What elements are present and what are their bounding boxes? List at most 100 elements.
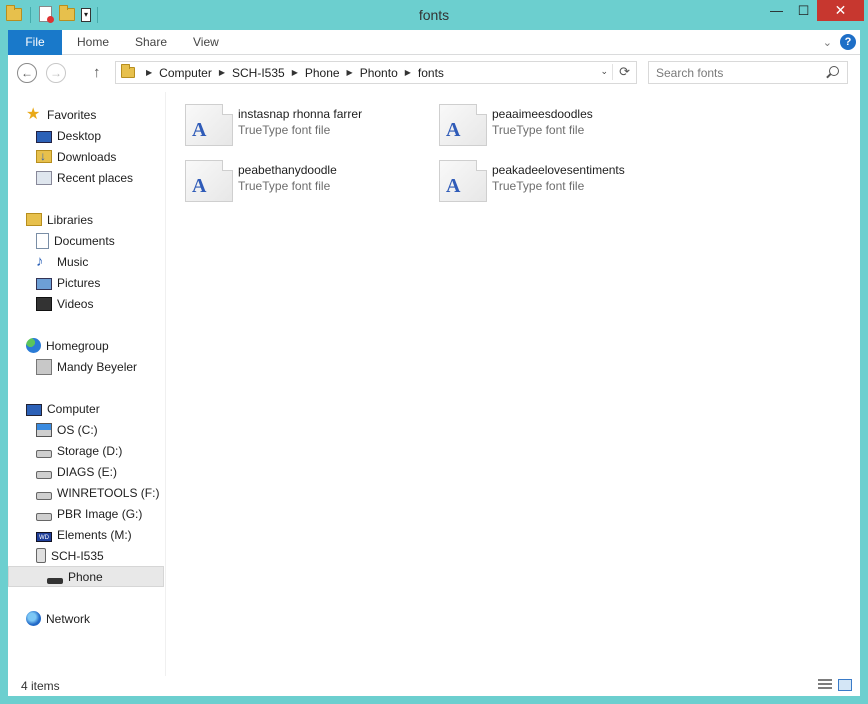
nav-videos[interactable]: Videos bbox=[36, 293, 93, 314]
expand-ribbon-icon[interactable]: ⌄ bbox=[823, 36, 832, 49]
caption-buttons: — ☐ ✕ bbox=[763, 0, 864, 21]
font-file-icon: A bbox=[185, 104, 233, 146]
navigation-bar: ← → ↑ ▶ Computer ▶ SCH-I535 ▶ Phone ▶ Ph… bbox=[8, 55, 860, 92]
search-box[interactable] bbox=[648, 61, 848, 84]
file-type: TrueType font file bbox=[492, 179, 585, 193]
homegroup-icon bbox=[26, 338, 41, 353]
drive-icon bbox=[36, 470, 52, 479]
file-name: instasnap rhonna farrer bbox=[238, 107, 363, 121]
refresh-button[interactable]: ⟳ bbox=[612, 64, 630, 80]
breadcrumb-computer[interactable]: Computer bbox=[159, 66, 212, 80]
nav-label: Favorites bbox=[47, 107, 97, 122]
address-history-dropdown[interactable]: ⌄ bbox=[600, 66, 608, 77]
nav-favorites[interactable]: ★ Favorites bbox=[26, 104, 96, 125]
nav-label: Recent places bbox=[57, 170, 134, 185]
explorer-body: ★ Favorites Desktop Downloads Recent pla… bbox=[8, 92, 860, 676]
documents-icon bbox=[36, 232, 49, 249]
file-type: TrueType font file bbox=[492, 123, 585, 137]
desktop-icon bbox=[36, 130, 52, 143]
nav-recent-places[interactable]: Recent places bbox=[36, 167, 133, 188]
window-title: fonts bbox=[418, 7, 450, 23]
file-name: peaaimeesdoodles bbox=[492, 107, 593, 121]
downloads-icon bbox=[36, 149, 52, 163]
nav-label: Desktop bbox=[57, 128, 102, 143]
phone-storage-icon bbox=[47, 577, 63, 584]
close-button[interactable]: ✕ bbox=[817, 0, 864, 21]
wd-drive-icon: WD bbox=[36, 531, 52, 542]
nav-network[interactable]: Network bbox=[26, 608, 90, 629]
chevron-right-icon[interactable]: ▶ bbox=[219, 68, 225, 77]
drive-icon bbox=[36, 491, 52, 500]
title-bar: ▾ fonts — ☐ ✕ bbox=[0, 0, 868, 30]
nav-pictures[interactable]: Pictures bbox=[36, 272, 100, 293]
file-item[interactable]: A peaaimeesdoodles TrueType font file bbox=[439, 104, 679, 150]
nav-label: Network bbox=[46, 611, 91, 626]
nav-label: Mandy Beyeler bbox=[57, 359, 138, 374]
forward-button[interactable]: → bbox=[46, 63, 66, 83]
nav-drive-c[interactable]: OS (C:) bbox=[36, 419, 98, 440]
up-button[interactable]: ↑ bbox=[93, 64, 101, 81]
nav-music[interactable]: ♪ Music bbox=[36, 251, 88, 272]
nav-label: DIAGS (E:) bbox=[57, 464, 118, 479]
nav-label: OS (C:) bbox=[57, 422, 98, 437]
file-type: TrueType font file bbox=[238, 179, 331, 193]
tab-file[interactable]: File bbox=[8, 30, 62, 55]
nav-label: Documents bbox=[54, 233, 115, 248]
nav-desktop[interactable]: Desktop bbox=[36, 125, 101, 146]
ribbon: File Home Share View ⌄ ? bbox=[8, 30, 860, 55]
file-item[interactable]: A instasnap rhonna farrer TrueType font … bbox=[185, 104, 425, 150]
large-icons-view-icon[interactable] bbox=[838, 679, 852, 691]
file-name: peabethanydoodle bbox=[238, 163, 337, 177]
nav-documents[interactable]: Documents bbox=[36, 230, 115, 251]
search-input[interactable] bbox=[656, 65, 826, 80]
nav-downloads[interactable]: Downloads bbox=[36, 146, 116, 167]
search-icon[interactable] bbox=[829, 66, 839, 76]
font-file-icon: A bbox=[185, 160, 233, 202]
back-button[interactable]: ← bbox=[17, 63, 37, 83]
nav-device-sch-i535[interactable]: SCH-I535 bbox=[36, 545, 104, 566]
chevron-right-icon[interactable]: ▶ bbox=[347, 68, 353, 77]
maximize-button[interactable]: ☐ bbox=[790, 0, 817, 21]
chevron-right-icon[interactable]: ▶ bbox=[292, 68, 298, 77]
nav-homegroup[interactable]: Homegroup bbox=[26, 335, 109, 356]
nav-label: Storage (D:) bbox=[57, 443, 123, 458]
file-item[interactable]: A peakadeelovesentiments TrueType font f… bbox=[439, 160, 679, 206]
user-icon bbox=[36, 358, 52, 375]
item-count: 4 items bbox=[21, 679, 60, 693]
font-file-icon: A bbox=[439, 160, 487, 202]
breadcrumb-phone[interactable]: Phone bbox=[305, 66, 340, 80]
nav-phone-storage[interactable]: Phone bbox=[8, 566, 164, 587]
breadcrumb-fonts[interactable]: fonts bbox=[418, 66, 444, 80]
breadcrumb-sch-i535[interactable]: SCH-I535 bbox=[232, 66, 285, 80]
nav-user-mandy-beyeler[interactable]: Mandy Beyeler bbox=[36, 356, 137, 377]
drive-icon bbox=[36, 449, 52, 458]
nav-libraries[interactable]: Libraries bbox=[26, 209, 93, 230]
address-bar[interactable]: ▶ Computer ▶ SCH-I535 ▶ Phone ▶ Phonto ▶… bbox=[115, 61, 637, 84]
file-type: TrueType font file bbox=[238, 123, 331, 137]
tab-home[interactable]: Home bbox=[77, 30, 109, 55]
nav-drive-g[interactable]: PBR Image (G:) bbox=[36, 503, 142, 524]
chevron-right-icon[interactable]: ▶ bbox=[405, 68, 411, 77]
tab-view[interactable]: View bbox=[193, 30, 219, 55]
nav-label: SCH-I535 bbox=[51, 548, 104, 563]
star-icon: ★ bbox=[26, 105, 41, 123]
nav-drive-f[interactable]: WINRETOOLS (F:) bbox=[36, 482, 159, 503]
details-view-icon[interactable] bbox=[818, 679, 832, 691]
file-item[interactable]: A peabethanydoodle TrueType font file bbox=[185, 160, 425, 206]
breadcrumb-phonto[interactable]: Phonto bbox=[360, 66, 398, 80]
nav-computer[interactable]: Computer bbox=[26, 398, 100, 419]
videos-icon bbox=[36, 296, 52, 311]
help-icon[interactable]: ? bbox=[840, 34, 856, 50]
nav-drive-e[interactable]: DIAGS (E:) bbox=[36, 461, 117, 482]
explorer-window: ▾ fonts — ☐ ✕ File Home Share View ⌄ ? ←… bbox=[0, 0, 868, 704]
folder-icon bbox=[121, 64, 135, 78]
minimize-button[interactable]: — bbox=[763, 0, 790, 21]
file-list: A instasnap rhonna farrer TrueType font … bbox=[168, 92, 860, 676]
phone-device-icon bbox=[36, 548, 46, 563]
nav-label: Elements (M:) bbox=[57, 527, 132, 542]
ribbon-controls: ⌄ ? bbox=[823, 34, 856, 50]
nav-drive-m[interactable]: WD Elements (M:) bbox=[36, 524, 132, 545]
nav-drive-d[interactable]: Storage (D:) bbox=[36, 440, 122, 461]
chevron-right-icon[interactable]: ▶ bbox=[146, 68, 152, 77]
tab-share[interactable]: Share bbox=[135, 30, 167, 55]
